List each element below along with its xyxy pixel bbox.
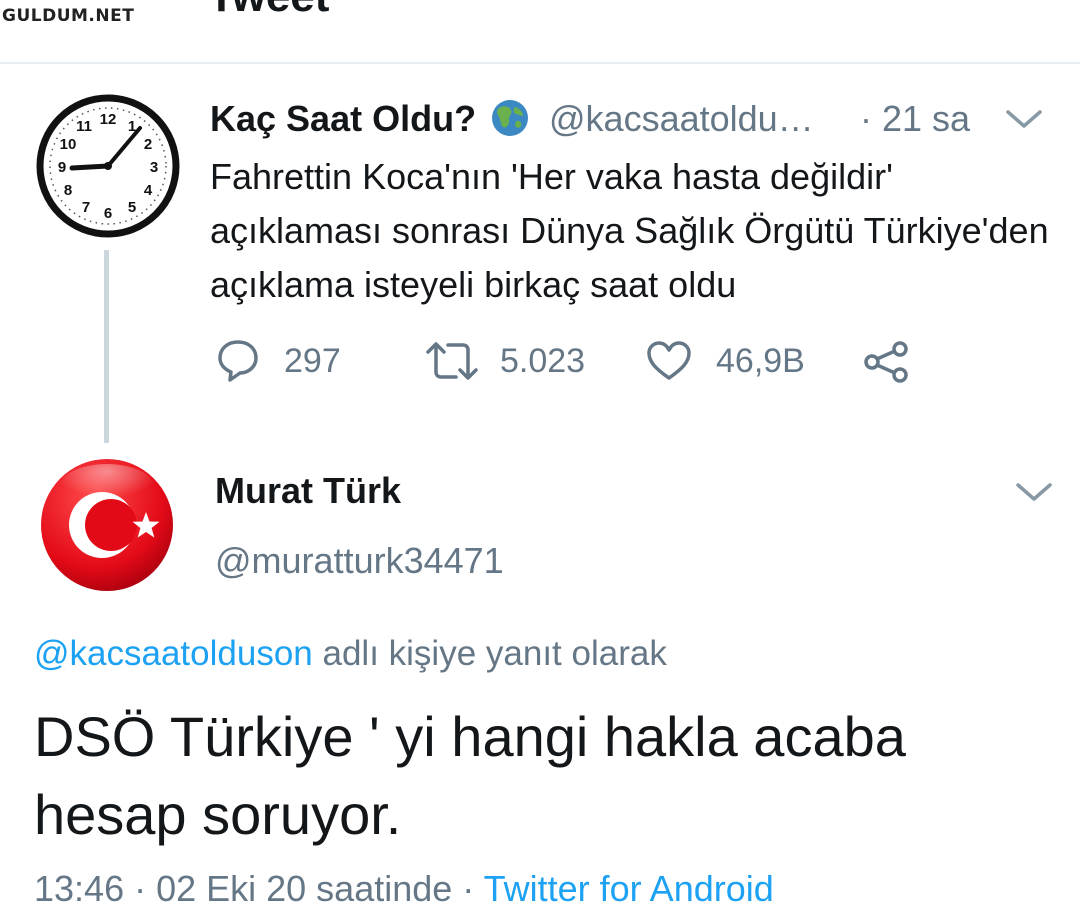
reply-handle[interactable]: @muratturk34471 bbox=[215, 540, 504, 582]
svg-text:11: 11 bbox=[76, 118, 92, 135]
reply-display-name[interactable]: Murat Türk bbox=[215, 470, 401, 512]
svg-text:9: 9 bbox=[58, 159, 66, 176]
source-app-link[interactable]: Twitter for Android bbox=[484, 868, 774, 909]
replying-to-line: @kacsaatolduson adlı kişiye yanıt olarak bbox=[34, 634, 667, 674]
svg-text:3: 3 bbox=[150, 159, 158, 176]
retweet-icon[interactable] bbox=[424, 340, 480, 382]
replying-to-suffix: adlı kişiye yanıt olarak bbox=[312, 634, 667, 673]
chevron-down-icon[interactable] bbox=[1014, 479, 1054, 505]
parent-timestamp[interactable]: 21 sa bbox=[882, 98, 970, 140]
parent-handle[interactable]: @kacsaatoldu… bbox=[549, 98, 814, 140]
turkish-flag-icon[interactable] bbox=[40, 458, 174, 592]
replying-to-mention-link[interactable]: @kacsaatolduson bbox=[34, 634, 313, 673]
svg-text:8: 8 bbox=[64, 182, 72, 199]
svg-text:12: 12 bbox=[100, 111, 117, 128]
svg-text:4: 4 bbox=[144, 182, 153, 199]
tweet-timestamp: 13:46 · 02 Eki 20 saatinde · bbox=[34, 868, 484, 909]
svg-text:5: 5 bbox=[128, 199, 136, 216]
retweet-count: 5.023 bbox=[500, 342, 586, 380]
reply-count: 297 bbox=[284, 342, 341, 380]
chevron-down-icon[interactable] bbox=[1004, 106, 1044, 132]
globe-emoji-icon bbox=[492, 100, 528, 136]
parent-tweet-text: Fahrettin Koca'nın 'Her vaka hasta değil… bbox=[210, 156, 1049, 305]
page-title: Tweet bbox=[208, 0, 329, 22]
thread-connector-line bbox=[104, 250, 109, 443]
svg-text:2: 2 bbox=[144, 136, 152, 153]
svg-text:6: 6 bbox=[104, 205, 112, 222]
svg-text:7: 7 bbox=[82, 199, 90, 216]
watermark-text: GULDUM.NET bbox=[2, 6, 135, 26]
like-count: 46,9B bbox=[716, 342, 805, 380]
share-icon[interactable] bbox=[862, 340, 910, 384]
like-heart-icon[interactable] bbox=[646, 340, 692, 382]
clock-icon[interactable]: 12 1 2 3 4 5 6 7 8 9 10 11 bbox=[36, 94, 180, 238]
svg-text:10: 10 bbox=[60, 136, 77, 153]
reply-icon[interactable] bbox=[216, 338, 260, 384]
separator-dot: · bbox=[860, 98, 872, 139]
parent-display-name[interactable]: Kaç Saat Oldu? bbox=[210, 98, 476, 140]
tweet-meta-line: 13:46 · 02 Eki 20 saatinde · Twitter for… bbox=[34, 868, 774, 910]
reply-tweet-text: DSÖ Türkiye ' yi hangi hakla acaba hesap… bbox=[34, 705, 906, 846]
top-app-bar: Tweet bbox=[0, 0, 1080, 64]
